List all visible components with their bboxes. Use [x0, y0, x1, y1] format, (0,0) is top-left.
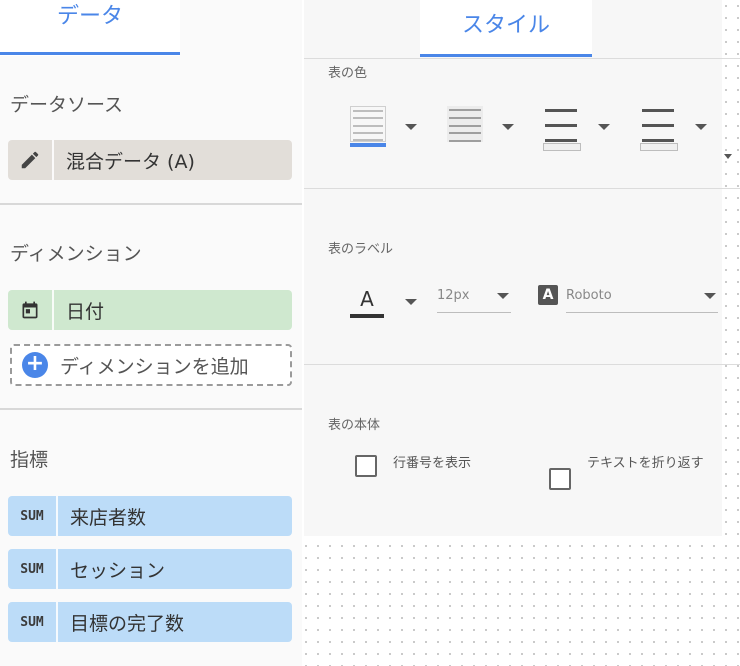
- chevron-down-icon: [497, 293, 509, 299]
- add-dimension-label: ディメンションを追加: [60, 355, 249, 378]
- metric-label: 来店者数: [70, 506, 147, 529]
- chevron-down-icon[interactable]: [695, 124, 707, 130]
- show-row-numbers-label: 行番号を表示: [393, 456, 472, 471]
- aggregation-badge[interactable]: SUM: [8, 602, 58, 642]
- font-family-icon: A: [538, 285, 558, 305]
- metric-label: セッション: [70, 559, 166, 582]
- color-indicator: [350, 143, 386, 147]
- metric-label: 目標の完了数: [70, 612, 185, 635]
- data-source-chip[interactable]: 混合データ (A): [8, 140, 292, 180]
- wrap-text-checkbox[interactable]: [549, 468, 571, 490]
- font-family-value: Roboto: [566, 288, 612, 303]
- chevron-down-icon: [704, 293, 716, 299]
- color-indicator: [350, 314, 384, 318]
- metric-chip[interactable]: SUM 来店者数: [8, 496, 292, 536]
- section-divider: [304, 58, 740, 59]
- table-labels-title: 表のラベル: [328, 242, 394, 257]
- font-color-picker[interactable]: A: [350, 288, 384, 318]
- color-indicator: [543, 143, 581, 151]
- tab-data-indicator: [0, 52, 180, 55]
- chevron-down-icon[interactable]: [598, 124, 610, 130]
- tab-data[interactable]: データ: [0, 0, 180, 56]
- font-color-icon: A: [360, 287, 374, 311]
- edit-pencil-icon[interactable]: [8, 140, 54, 180]
- metric-title: 指標: [10, 449, 49, 471]
- header-color-picker[interactable]: [350, 106, 386, 147]
- dimension-label: 日付: [66, 300, 105, 323]
- chevron-down-icon[interactable]: [405, 124, 417, 130]
- tab-style-indicator: [420, 54, 592, 57]
- header-fill-icon: [447, 106, 483, 142]
- calendar-icon: [8, 290, 54, 330]
- header-fill-color-picker[interactable]: [447, 106, 483, 142]
- odd-row-color-picker[interactable]: [543, 106, 581, 151]
- font-size-select[interactable]: 12px: [437, 288, 511, 313]
- even-row-color-picker[interactable]: [640, 106, 678, 151]
- wrap-text-label: テキストを折り返す: [587, 456, 704, 471]
- data-source-title: データソース: [10, 94, 124, 116]
- data-source-label: 混合データ (A): [66, 150, 195, 173]
- dimension-chip-date[interactable]: 日付: [8, 290, 292, 330]
- even-row-icon: [640, 106, 676, 142]
- aggregation-badge[interactable]: SUM: [8, 549, 58, 589]
- table-body-title: 表の本体: [328, 418, 381, 433]
- font-size-value: 12px: [437, 288, 470, 303]
- metric-chip[interactable]: SUM セッション: [8, 549, 292, 589]
- section-divider: [304, 364, 740, 365]
- chevron-down-icon[interactable]: [502, 124, 514, 130]
- show-row-numbers-checkbox[interactable]: [355, 455, 377, 477]
- add-circle-icon: +: [22, 352, 48, 378]
- metric-chip[interactable]: SUM 目標の完了数: [8, 602, 292, 642]
- aggregation-badge[interactable]: SUM: [8, 496, 58, 536]
- section-divider: [304, 188, 740, 189]
- section-divider: [0, 408, 302, 410]
- dimension-title: ディメンション: [10, 243, 142, 265]
- add-dimension-button[interactable]: + ディメンションを追加: [10, 344, 292, 386]
- table-colors-title: 表の色: [328, 66, 368, 81]
- header-color-icon: [350, 106, 386, 142]
- chevron-down-icon[interactable]: [405, 299, 417, 305]
- font-family-select[interactable]: Roboto: [566, 288, 718, 313]
- chevron-down-icon[interactable]: [724, 154, 732, 159]
- color-indicator: [640, 143, 678, 151]
- tab-style[interactable]: スタイル: [420, 0, 592, 56]
- section-divider: [0, 203, 302, 205]
- odd-row-icon: [543, 106, 579, 142]
